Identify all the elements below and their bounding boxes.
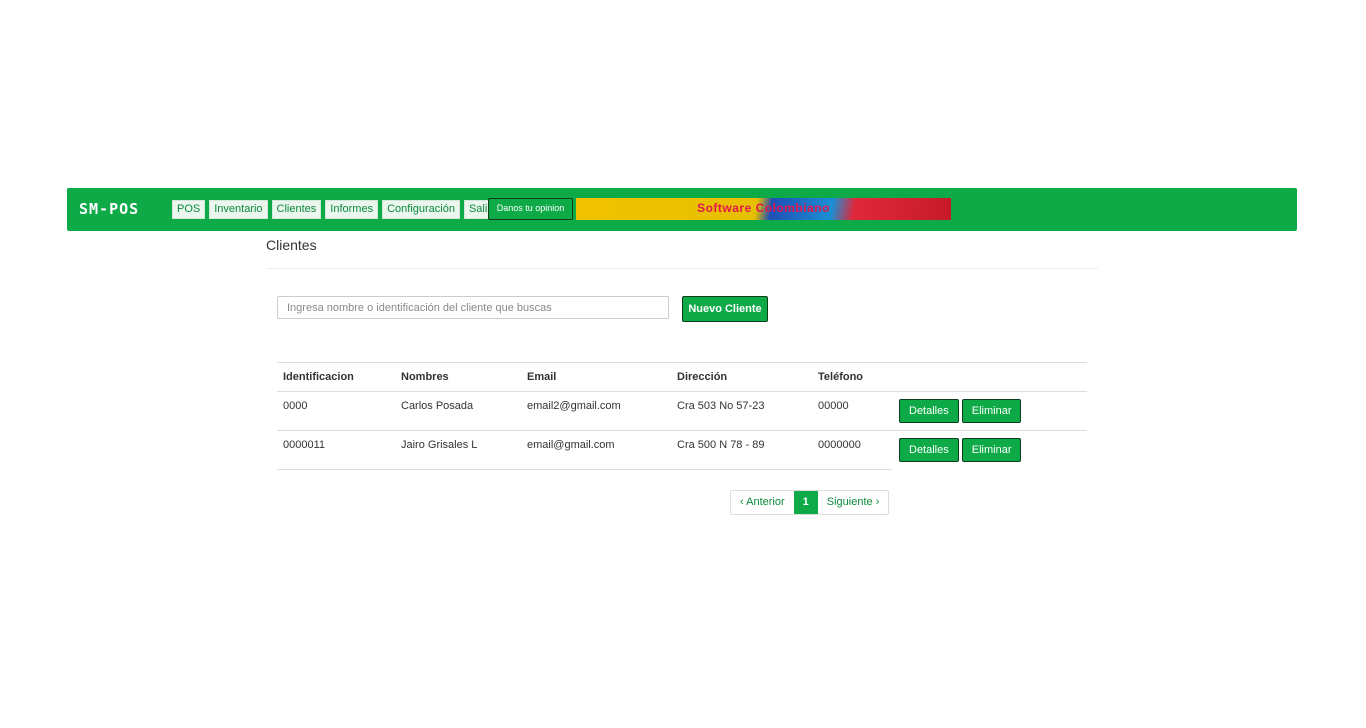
table-row: 0000011 Jairo Grisales L email@gmail.com… [277,431,1087,470]
table-row: 0000 Carlos Posada email2@gmail.com Cra … [277,392,1087,431]
pagination-page-1[interactable]: 1 [793,491,818,514]
cell-telefono: 00000 [818,400,849,412]
delete-button[interactable]: Eliminar [961,438,1022,462]
header-email: Email [527,371,557,383]
pagination-next[interactable]: Siguiente › [818,491,889,514]
divider [266,268,1098,269]
banner-text: Software Colombiano [697,201,830,215]
cell-identificacion: 0000011 [283,439,326,451]
header-nombres: Nombres [401,371,449,383]
cell-identificacion: 0000 [283,400,308,412]
menu-item-clientes[interactable]: Clientes [271,200,322,219]
row-actions: Detalles Eliminar [899,399,1022,423]
cell-direccion: Cra 500 N 78 - 89 [677,439,765,451]
cell-email: email@gmail.com [527,439,615,451]
brand-logo[interactable]: SM-POS [79,200,139,218]
delete-button[interactable]: Eliminar [961,399,1022,423]
main-menu: POS Inventario Clientes Informes Configu… [172,200,496,219]
row-divider [277,469,892,470]
table-header: Identificacion Nombres Email Dirección T… [277,363,1087,392]
cell-telefono: 0000000 [818,439,861,451]
header-telefono: Teléfono [818,371,864,383]
pagination-prev[interactable]: ‹ Anterior [731,491,794,514]
feedback-button[interactable]: Danos tu opinion [488,198,573,220]
menu-item-pos[interactable]: POS [172,200,206,219]
pagination: ‹ Anterior 1 Siguiente › [730,490,890,515]
cell-nombres: Carlos Posada [401,400,474,412]
cell-email: email2@gmail.com [527,400,621,412]
client-search-input[interactable] [277,296,669,319]
menu-item-inventario[interactable]: Inventario [209,200,268,219]
details-button[interactable]: Detalles [899,399,959,423]
cell-direccion: Cra 503 No 57-23 [677,400,765,412]
details-button[interactable]: Detalles [899,438,959,462]
cell-nombres: Jairo Grisales L [401,439,478,451]
menu-item-informes[interactable]: Informes [325,200,379,219]
top-navbar: SM-POS POS Inventario Clientes Informes … [67,188,1297,231]
clients-table: Identificacion Nombres Email Dirección T… [277,362,1087,470]
colombian-software-banner: Software Colombiano [576,198,951,220]
menu-item-configuracion[interactable]: Configuración [382,200,460,219]
page-title: Clientes [266,237,317,253]
row-actions: Detalles Eliminar [899,438,1022,462]
header-identificacion: Identificacion [283,371,354,383]
header-direccion: Dirección [677,371,728,383]
new-client-button[interactable]: Nuevo Cliente [682,296,768,322]
